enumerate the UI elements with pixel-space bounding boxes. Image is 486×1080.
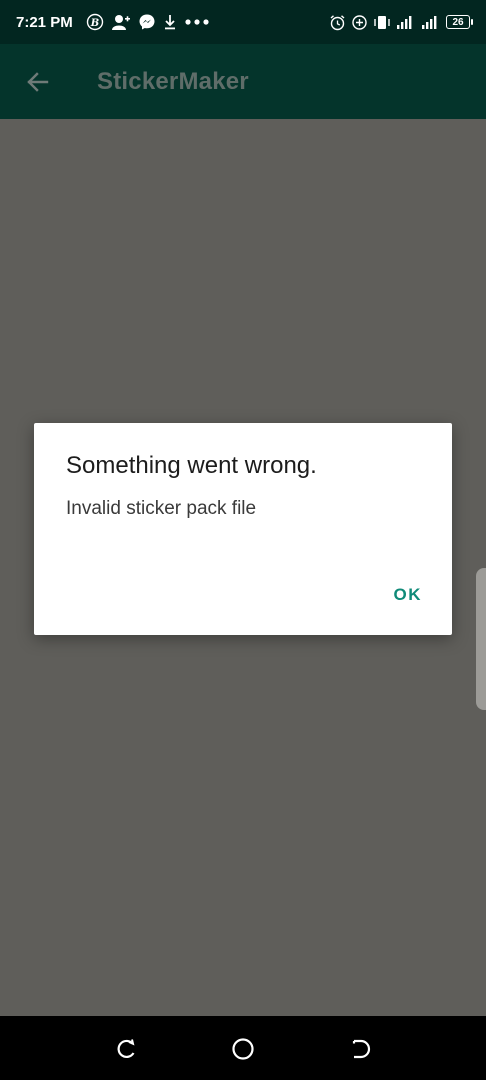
signal-icon [396, 14, 416, 30]
navigation-bar [0, 1016, 486, 1080]
alarm-icon [329, 14, 346, 31]
signal-icon [421, 14, 441, 30]
messenger-icon [138, 13, 156, 31]
status-time: 7:21 PM [16, 13, 73, 31]
status-bar: 7:21 PM B 26 [0, 0, 486, 44]
home-icon [232, 1038, 254, 1060]
recents-icon [117, 1039, 135, 1058]
arrow-left-icon [27, 72, 49, 92]
dialog-title: Something went wrong. [66, 452, 317, 479]
status-right: 26 [329, 14, 473, 31]
svg-text:B: B [89, 18, 98, 29]
data-saver-icon [351, 14, 368, 31]
battery-icon: 26 [446, 15, 473, 29]
b-circle-icon: B [86, 13, 104, 31]
download-icon [163, 13, 177, 31]
back-icon [352, 1039, 371, 1059]
app-bar: StickerMaker [0, 44, 486, 119]
battery-level: 26 [452, 16, 464, 28]
status-left: 7:21 PM B [16, 13, 210, 31]
more-dots-icon [184, 17, 210, 27]
dialog-message: Invalid sticker pack file [66, 498, 257, 519]
person-add-icon [111, 13, 131, 31]
ok-button[interactable]: OK [394, 585, 423, 605]
vibrate-icon [373, 14, 391, 31]
back-button[interactable] [18, 62, 58, 102]
error-dialog: Something went wrong. Invalid sticker pa… [34, 423, 452, 635]
side-panel-handle[interactable] [476, 568, 486, 710]
back-nav-button[interactable] [346, 1034, 376, 1064]
recents-button[interactable] [111, 1034, 141, 1064]
home-button[interactable] [228, 1034, 258, 1064]
app-title: StickerMaker [97, 68, 249, 95]
